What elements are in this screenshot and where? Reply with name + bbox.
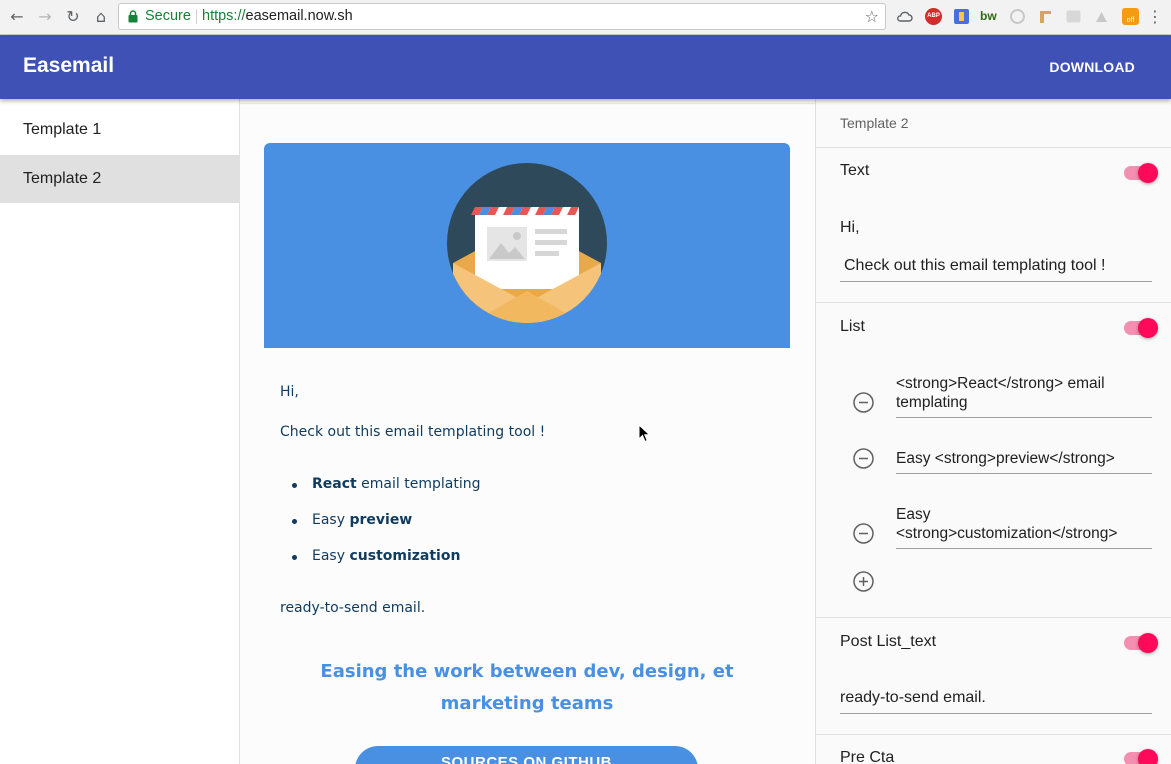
- home-icon[interactable]: ⌂: [90, 6, 112, 28]
- divider: [240, 103, 815, 104]
- reload-icon[interactable]: ↻: [62, 6, 84, 28]
- section-label-text: Text: [840, 162, 870, 179]
- list-item-input[interactable]: <strong>React</strong> email templating: [896, 374, 1152, 418]
- divider: [816, 617, 1171, 618]
- email-headline: Easing the work between dev, design, et …: [320, 661, 734, 714]
- download-button[interactable]: DOWNLOAD: [1049, 59, 1135, 75]
- list-toggle[interactable]: [1124, 318, 1158, 338]
- envelope-illustration-icon: [447, 163, 607, 323]
- settings-panel: Template 2 Text Hi, Check out this email…: [815, 99, 1171, 764]
- post-list-input[interactable]: ready-to-send email.: [840, 689, 1152, 714]
- text-input[interactable]: Check out this email templating tool !: [840, 257, 1152, 282]
- list-item: Easy preview: [280, 512, 480, 548]
- list-item-input[interactable]: Easy <strong>customization</strong>: [896, 505, 1152, 549]
- url-host: easemail.now.sh: [245, 8, 353, 24]
- text-greeting-field[interactable]: Hi,: [840, 219, 860, 237]
- mouse-cursor-icon: [638, 424, 651, 443]
- section-label-post-list: Post List_text: [840, 633, 937, 650]
- back-icon[interactable]: ←: [6, 6, 28, 28]
- email-preview: Hi, Check out this email templating tool…: [240, 99, 815, 764]
- email-list: React email templating Easy preview Easy…: [280, 476, 480, 584]
- app-title: Easemail: [23, 54, 115, 77]
- list-item-bold: React: [312, 476, 357, 492]
- remove-item-icon[interactable]: [853, 523, 874, 544]
- pre-cta-toggle[interactable]: [1124, 749, 1158, 764]
- hero-banner: [264, 143, 790, 348]
- extension-icon[interactable]: [953, 8, 970, 25]
- secure-label: Secure: [145, 8, 191, 24]
- browser-menu-icon[interactable]: ⋮: [1147, 7, 1163, 26]
- list-item: React email templating: [280, 476, 480, 512]
- browser-toolbar: ← → ↻ ⌂ Secure https://easemail.now.sh ☆…: [0, 0, 1171, 35]
- list-item-text: Easy: [312, 512, 350, 528]
- section-label-list: List: [840, 318, 865, 335]
- remove-item-icon[interactable]: [853, 448, 874, 469]
- divider: [816, 734, 1171, 735]
- email-post-list-text: ready-to-send email.: [280, 600, 426, 616]
- list-item-bold: preview: [349, 512, 413, 528]
- email-greeting: Hi,: [280, 384, 299, 400]
- panel-title: Template 2: [840, 115, 909, 131]
- lock-icon: [128, 10, 138, 23]
- app-bar: Easemail DOWNLOAD: [0, 35, 1171, 99]
- bookmark-star-icon[interactable]: ☆: [865, 4, 879, 29]
- add-item-icon[interactable]: [853, 571, 874, 592]
- sidebar-item-template-1[interactable]: Template 1: [0, 99, 239, 155]
- off-badge-icon[interactable]: off: [1122, 8, 1139, 25]
- template-sidebar: Template 1 Template 2: [0, 99, 240, 764]
- drive-icon[interactable]: [1093, 8, 1110, 25]
- list-item-input[interactable]: Easy <strong>preview</strong>: [896, 449, 1152, 474]
- list-item-text: email templating: [356, 476, 481, 492]
- list-item-bold: customization: [349, 548, 461, 564]
- divider: [816, 147, 1171, 148]
- divider: [816, 302, 1171, 303]
- text-toggle[interactable]: [1124, 163, 1158, 183]
- sidebar-item-template-2[interactable]: Template 2: [0, 155, 239, 203]
- list-item: Easy customization: [280, 548, 480, 584]
- remove-item-icon[interactable]: [853, 392, 874, 413]
- bw-extension-icon[interactable]: bw: [980, 8, 997, 25]
- list-item-text: Easy: [312, 548, 350, 564]
- tag-icon[interactable]: [1037, 8, 1054, 25]
- gauge-icon[interactable]: [1009, 8, 1026, 25]
- forward-icon[interactable]: →: [34, 6, 56, 28]
- github-cta-button[interactable]: SOURCES ON GITHUB: [355, 746, 698, 764]
- url-separator: [196, 9, 197, 24]
- url-text: https://easemail.now.sh: [202, 4, 353, 29]
- window-icon[interactable]: [1065, 8, 1082, 25]
- address-bar[interactable]: Secure https://easemail.now.sh ☆: [118, 3, 886, 30]
- email-text: Check out this email templating tool !: [280, 424, 546, 440]
- post-list-toggle[interactable]: [1124, 633, 1158, 653]
- section-label-pre-cta: Pre Cta: [840, 749, 895, 764]
- cloud-icon[interactable]: [896, 8, 913, 25]
- url-scheme: https://: [202, 8, 246, 24]
- adblock-icon[interactable]: ABP: [925, 8, 942, 25]
